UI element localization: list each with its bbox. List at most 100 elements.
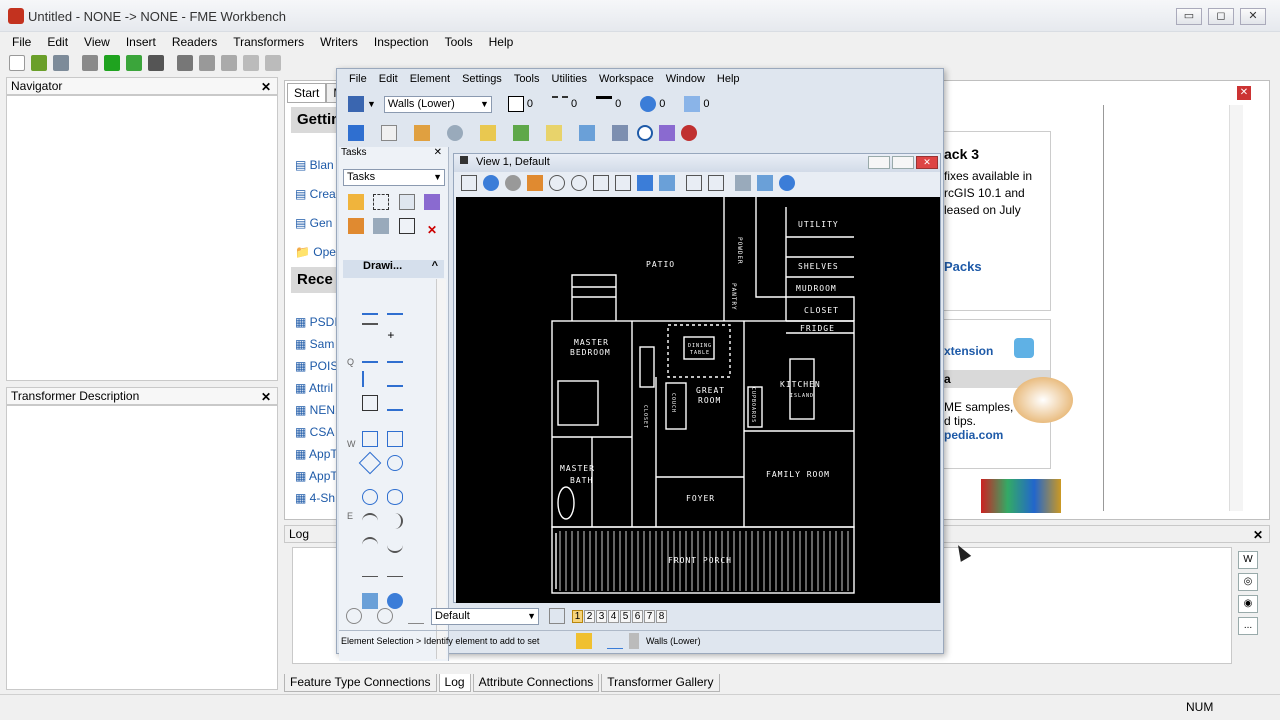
fmepedia-link[interactable]: pedia.com <box>944 428 1050 442</box>
properties-icon[interactable] <box>424 194 441 210</box>
tasks-scrollbar[interactable] <box>436 279 446 659</box>
close-button[interactable]: ✕ <box>1240 8 1266 25</box>
view-group-dropdown[interactable]: Default ▼ <box>431 607 539 625</box>
stop-icon[interactable] <box>148 55 164 71</box>
list-item[interactable]: ▦ AppT <box>295 443 342 465</box>
region-icon[interactable] <box>387 455 404 471</box>
view-3-button[interactable]: 3 <box>596 609 607 623</box>
tab-start[interactable]: Start <box>287 83 327 103</box>
view-groups-icon[interactable] <box>408 608 424 624</box>
bspline-icon[interactable] <box>387 347 404 363</box>
view-next-icon[interactable] <box>708 175 724 191</box>
copy-icon[interactable] <box>199 55 215 71</box>
modify-arc-icon[interactable] <box>387 537 404 553</box>
arc-radius-icon[interactable] <box>362 561 378 577</box>
point-icon[interactable]: + <box>387 323 403 342</box>
drawing-section-header[interactable]: Drawi... ^ <box>343 260 444 278</box>
quarter-arc-icon[interactable] <box>362 537 378 553</box>
view-4-button[interactable]: 4 <box>608 609 619 623</box>
list-item[interactable]: ▦ AppT <box>295 465 342 487</box>
start-scrollbar[interactable] <box>1229 105 1243 511</box>
tab-feature-type-connections[interactable]: Feature Type Connections <box>284 674 437 692</box>
lock-icon[interactable] <box>607 633 623 649</box>
view-7-button[interactable]: 7 <box>644 609 655 623</box>
references-icon[interactable] <box>381 125 397 141</box>
paste-icon[interactable] <box>221 55 237 71</box>
tab-transformer-gallery[interactable]: Transformer Gallery <box>601 674 720 692</box>
view-5-button[interactable]: 5 <box>620 609 631 623</box>
menu-insert[interactable]: Insert <box>118 32 164 52</box>
list-item[interactable]: 📁 Ope <box>295 238 336 267</box>
level-manager-icon[interactable] <box>348 96 364 112</box>
list-item[interactable]: ▦ PSDI <box>295 311 342 333</box>
info-icon[interactable] <box>637 125 653 141</box>
drawing-canvas[interactable]: PATIO UTILITY SHELVES MUDROOM CLOSET FRI… <box>456 197 940 603</box>
scale-icon[interactable] <box>398 218 415 234</box>
display-styles-icon[interactable] <box>480 125 496 141</box>
open-icon[interactable] <box>31 55 47 71</box>
run-selected-icon[interactable] <box>126 55 142 71</box>
view-8-button[interactable]: 8 <box>656 609 667 623</box>
menu-help[interactable]: Help <box>481 32 522 52</box>
view-6-button[interactable]: 6 <box>632 609 643 623</box>
minimize-button[interactable]: ▭ <box>1176 8 1202 25</box>
display-style-icon[interactable] <box>483 175 499 191</box>
menu-file[interactable]: File <box>4 32 39 52</box>
menu-edit[interactable]: Edit <box>39 32 76 52</box>
update-view-icon[interactable] <box>527 175 543 191</box>
color-icon[interactable] <box>507 96 524 112</box>
dimension-icon[interactable] <box>362 395 378 411</box>
connect-icon[interactable] <box>387 371 404 387</box>
ms-menu-utilities[interactable]: Utilities <box>546 70 593 88</box>
element-info-icon[interactable] <box>348 125 364 141</box>
menu-transformers[interactable]: Transformers <box>225 32 312 52</box>
view-previous-icon[interactable] <box>686 175 702 191</box>
ms-menu-window[interactable]: Window <box>660 70 711 88</box>
list-item[interactable]: ▦ NEN1 <box>295 399 342 421</box>
rotate-view-icon[interactable] <box>637 175 653 191</box>
rectangle-icon[interactable] <box>362 431 378 447</box>
rotate-shape-icon[interactable] <box>358 451 382 475</box>
list-item[interactable]: ▦ Attril <box>295 377 342 399</box>
pan-view-icon[interactable] <box>659 175 675 191</box>
list-item[interactable]: ▤ Crea <box>295 180 336 209</box>
circle-icon[interactable] <box>362 489 378 505</box>
close-icon[interactable]: ✕ <box>1237 86 1251 100</box>
view-minimize-button[interactable] <box>868 156 890 169</box>
delete-icon[interactable]: ✕ <box>424 218 440 237</box>
layers-icon[interactable] <box>513 125 529 141</box>
element-selection-icon[interactable] <box>348 194 364 210</box>
list-item[interactable]: ▤ Blan <box>295 151 336 180</box>
curve-icon[interactable] <box>362 347 378 363</box>
ms-menu-workspace[interactable]: Workspace <box>593 70 660 88</box>
menu-writers[interactable]: Writers <box>312 32 366 52</box>
list-item[interactable]: ▦ POIS <box>295 355 342 377</box>
ms-menu-help[interactable]: Help <box>711 70 746 88</box>
new-icon[interactable] <box>9 55 25 71</box>
ms-menu-element[interactable]: Element <box>404 70 456 88</box>
log-more-button[interactable]: ... <box>1238 617 1258 635</box>
fence-icon[interactable] <box>373 194 390 210</box>
forward-icon[interactable] <box>377 608 393 624</box>
log-filter-icon[interactable]: W <box>1238 551 1258 569</box>
log-find-next-icon[interactable]: ◉ <box>1238 595 1258 613</box>
ms-menu-edit[interactable]: Edit <box>373 70 404 88</box>
menu-readers[interactable]: Readers <box>164 32 225 52</box>
twitter-icon[interactable] <box>1014 338 1034 358</box>
back-icon[interactable] <box>346 608 362 624</box>
camera-icon[interactable] <box>779 175 795 191</box>
extension-link[interactable]: xtension <box>944 344 1050 358</box>
run-icon[interactable] <box>104 55 120 71</box>
snap-icon[interactable] <box>579 125 595 141</box>
multiline-icon[interactable] <box>362 323 378 339</box>
place-line-icon[interactable] <box>387 299 404 315</box>
priority-icon[interactable] <box>684 96 701 112</box>
warning-icon[interactable] <box>576 632 592 649</box>
view-2-button[interactable]: 2 <box>584 609 595 623</box>
log-close-icon[interactable]: ✕ <box>1253 527 1263 543</box>
list-item[interactable]: ▤ Gen <box>295 209 336 238</box>
tools-icon[interactable] <box>612 125 628 141</box>
arc-icon[interactable] <box>362 513 378 529</box>
models-icon[interactable] <box>447 125 463 141</box>
levels-icon[interactable] <box>546 125 562 141</box>
